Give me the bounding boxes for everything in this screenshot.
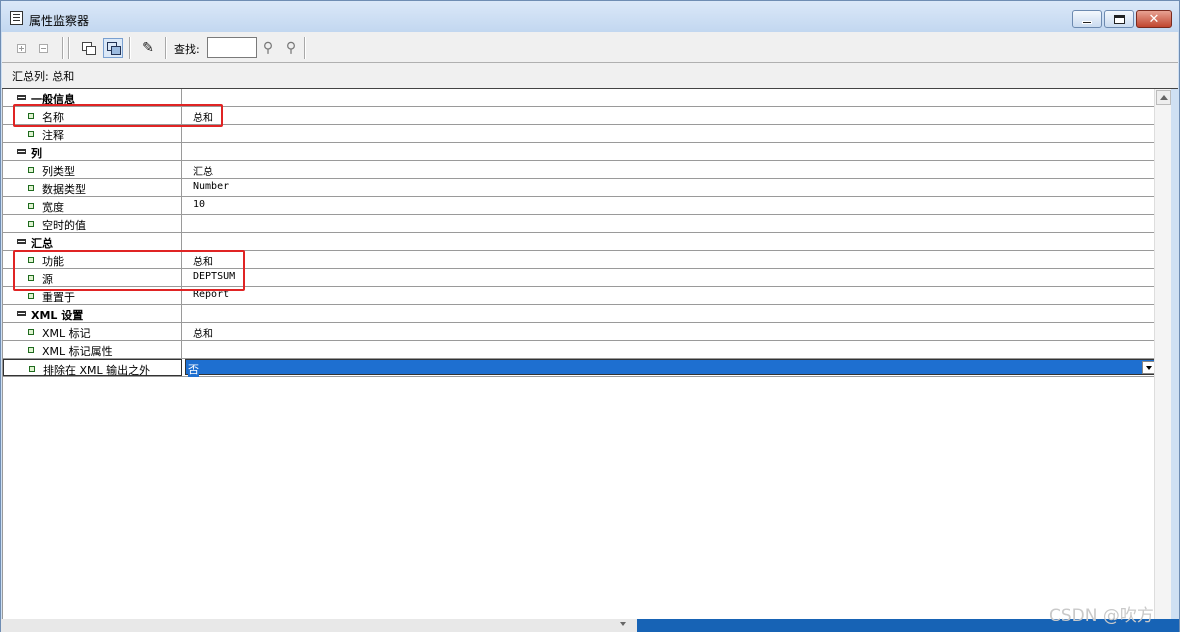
category-row-summary[interactable]: 汇总: [3, 233, 1155, 251]
property-icon: [28, 185, 34, 191]
search-input[interactable]: [207, 37, 257, 58]
intersection-view-button[interactable]: [103, 38, 123, 58]
intersection-icon: [106, 42, 121, 55]
expand-all-button[interactable]: [11, 38, 31, 58]
window-title: 属性监察器: [29, 14, 90, 28]
collapse-toggle-icon[interactable]: [17, 239, 26, 244]
property-label: 列类型: [42, 165, 75, 178]
property-icon: [28, 167, 34, 173]
property-label: 数据类型: [42, 183, 86, 196]
toolbar-separator: [129, 37, 130, 59]
category-row-xml-settings[interactable]: XML 设置: [3, 305, 1155, 323]
property-label: 重置于: [42, 291, 75, 304]
category-label: 汇总: [31, 237, 53, 250]
toolbar-separator: [62, 37, 63, 59]
property-label: 空时的值: [42, 219, 86, 232]
maximize-button[interactable]: [1104, 10, 1134, 28]
chevron-down-icon: [620, 622, 626, 626]
property-label: XML 标记: [42, 327, 91, 340]
watermark: CSDN @吹方: [1049, 606, 1154, 626]
toolbar-separator: [165, 37, 166, 59]
property-label: 排除在 XML 输出之外: [43, 364, 151, 377]
property-value: 10: [193, 199, 206, 210]
category-label: XML 设置: [31, 309, 84, 322]
property-value: 总和: [193, 329, 213, 340]
property-grid: 一般信息 名称 总和 注释 列 列类型 汇总 数据类型 Number 宽度 10: [2, 89, 1155, 619]
property-value: 汇总: [193, 167, 213, 178]
maximize-icon: [1113, 14, 1125, 24]
close-icon: ✕: [1148, 11, 1160, 27]
bottom-strip: [1, 619, 1179, 632]
vertical-scrollbar[interactable]: [1154, 89, 1171, 619]
flashlight-back-icon: ⚲: [262, 40, 274, 56]
collapse-icon: [38, 43, 48, 53]
find-next-button[interactable]: ⚲: [281, 38, 301, 58]
category-label: 列: [31, 147, 42, 160]
property-row-xml-tag[interactable]: XML 标记 总和: [3, 323, 1155, 341]
toolbar: ✎ 查找: ⚲ ⚲: [2, 32, 1178, 63]
freeze-button[interactable]: ✎: [138, 38, 158, 58]
property-row-null-value[interactable]: 空时的值: [3, 215, 1155, 233]
object-context-line: 汇总列: 总和: [2, 63, 1178, 89]
property-row-exclude-from-xml[interactable]: 排除在 XML 输出之外 否: [3, 359, 1155, 377]
collapse-toggle-icon[interactable]: [17, 149, 26, 154]
inspector-app-icon: [10, 11, 23, 25]
find-previous-button[interactable]: ⚲: [258, 38, 278, 58]
property-icon: [28, 131, 34, 137]
toolbar-separator: [68, 37, 69, 59]
property-icon: [28, 329, 34, 335]
property-row-column-type[interactable]: 列类型 汇总: [3, 161, 1155, 179]
property-label: 注释: [42, 129, 64, 142]
collapse-toggle-icon[interactable]: [17, 311, 26, 316]
minimize-button[interactable]: [1072, 10, 1102, 28]
property-icon: [28, 347, 34, 353]
property-inspector-window: 属性监察器 ✕ ✎ 查找: ⚲ ⚲ 汇总列: 总和 一般信息 名称 总和 注释 …: [0, 0, 1180, 632]
property-row-width[interactable]: 宽度 10: [3, 197, 1155, 215]
property-row-xml-tag-attributes[interactable]: XML 标记属性: [3, 341, 1155, 359]
highlight-box-summary: [13, 250, 245, 291]
property-row-comment[interactable]: 注释: [3, 125, 1155, 143]
select-value: 否: [188, 361, 199, 377]
property-row-data-type[interactable]: 数据类型 Number: [3, 179, 1155, 197]
minimize-icon: [1082, 20, 1092, 24]
title-bar[interactable]: 属性监察器 ✕: [1, 1, 1179, 32]
scroll-up-icon[interactable]: [1156, 90, 1171, 105]
property-label: 宽度: [42, 201, 64, 214]
property-icon: [28, 221, 34, 227]
category-row-column[interactable]: 列: [3, 143, 1155, 161]
property-value: Number: [193, 181, 230, 192]
property-icon: [28, 293, 34, 299]
collapse-toggle-icon[interactable]: [17, 95, 26, 100]
collapse-all-button[interactable]: [33, 38, 53, 58]
highlight-box-name: [13, 104, 223, 127]
search-label: 查找:: [174, 43, 200, 56]
exclude-from-xml-select[interactable]: 否: [185, 359, 1155, 377]
close-button[interactable]: ✕: [1136, 10, 1172, 28]
object-context-text: 汇总列: 总和: [12, 70, 75, 83]
categorized-view-button[interactable]: [78, 38, 98, 58]
toolbar-separator: [304, 37, 305, 59]
property-icon: [28, 203, 34, 209]
pin-icon: ✎: [142, 40, 154, 56]
categorized-icon: [81, 42, 96, 55]
expand-icon: [16, 43, 26, 53]
flashlight-forward-icon: ⚲: [285, 40, 297, 56]
property-label: XML 标记属性: [42, 345, 113, 358]
property-icon: [29, 366, 35, 372]
